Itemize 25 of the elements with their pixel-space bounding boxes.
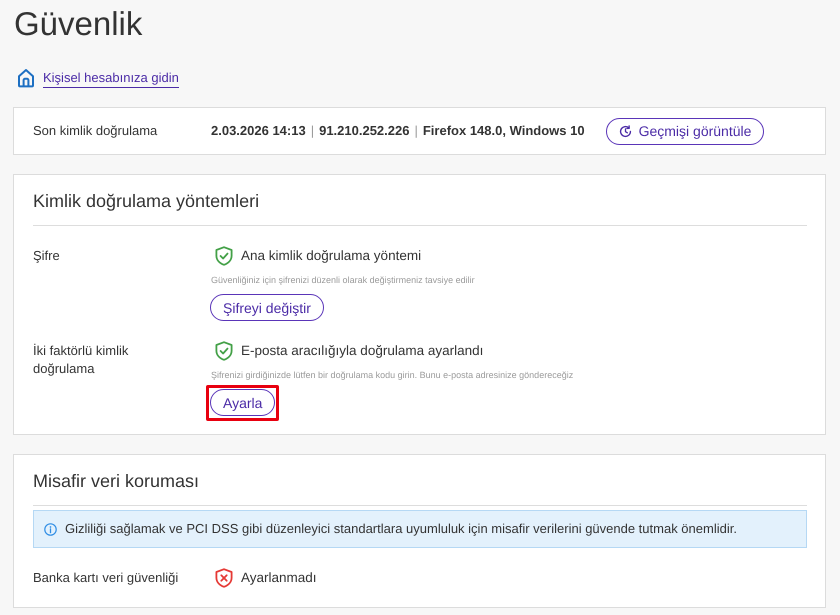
action-button[interactable]: Şifreyi değiştir: [210, 294, 324, 321]
section-heading: Kimlik doğrulama yöntemleri: [33, 190, 260, 213]
hint-text: Güvenliğiniz için şifrenizi düzenli olarak değiştirmeniz tavsiye edilir: [211, 274, 475, 286]
home-icon: [17, 68, 35, 88]
page-title: Güvenlik: [14, 4, 142, 44]
status-text: Ana kimlik doğrulama yöntemi: [241, 247, 422, 265]
session-detail: Firefox 148.0, Windows 10: [422, 123, 585, 138]
field-label: Son kimlik doğrulama: [33, 122, 158, 140]
session-detail: 2.03.2026 14:13: [211, 123, 306, 138]
separator: |: [414, 123, 418, 138]
status-text: E-posta aracılığıyla doğrulama ayarlandı: [241, 342, 484, 360]
row-label: Banka kartı veri güvenliği: [33, 569, 180, 587]
action-button[interactable]: Ayarla: [210, 389, 276, 416]
session-detail: 91.210.252.226: [319, 123, 410, 138]
account-link[interactable]: Kişisel hesabınıza gidin: [43, 70, 179, 88]
row-label: Şifre: [33, 247, 61, 265]
info-text: Gizliliği sağlamak ve PCI DSS gibi düzenleyici standartlara uyumluluk için misafir verilerini güvende tutmak önemlidir.: [65, 521, 737, 537]
clock-arrow-icon: [618, 124, 632, 138]
row-label: İki faktörlü kimlik doğrulama: [33, 342, 130, 378]
info-icon: [44, 522, 57, 536]
section-heading: Misafir veri koruması: [33, 470, 200, 493]
status-text: Ayarlanmadı: [241, 569, 317, 587]
separator: |: [310, 123, 314, 138]
history-button[interactable]: Geçmişi görüntüle: [606, 118, 764, 144]
hint-text: Şifrenizi girdiğinizde lütfen bir doğrulama kodu girin. Bunu e-posta adresinize göndereceğiz: [211, 369, 574, 381]
